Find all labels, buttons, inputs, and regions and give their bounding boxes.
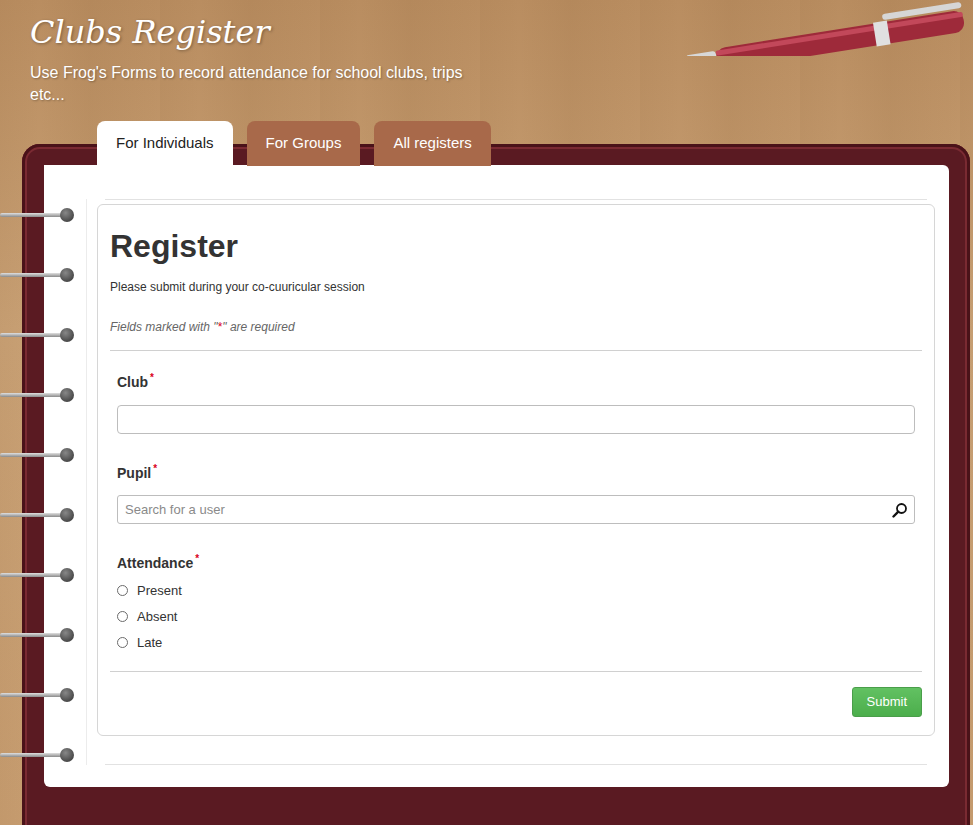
radio-option[interactable]: Late xyxy=(117,634,915,652)
text-input[interactable] xyxy=(117,405,915,434)
radio-button[interactable] xyxy=(117,585,128,596)
ring-icon xyxy=(0,748,76,762)
submit-button[interactable]: Submit xyxy=(852,687,922,717)
ring-icon xyxy=(0,568,76,582)
divider xyxy=(105,199,927,200)
page-subtitle: Use Frog's Forms to record attendance fo… xyxy=(30,62,500,106)
divider xyxy=(110,350,922,351)
radio-group: Present Absent Late xyxy=(117,582,915,652)
page-sheet: Register Please submit during your co-cuu… xyxy=(44,165,949,787)
ring-icon xyxy=(0,448,76,462)
form-field: Attendance* Present Absent Late xyxy=(117,550,915,652)
magnifier-icon[interactable] xyxy=(892,502,908,518)
radio-label: Late xyxy=(137,634,162,652)
divider xyxy=(110,671,922,672)
radio-label: Absent xyxy=(137,608,177,626)
search-placeholder: Search for a user xyxy=(125,502,892,517)
ring-icon xyxy=(0,508,76,522)
ring-icon xyxy=(0,388,76,402)
ring-icon xyxy=(0,328,76,342)
tab[interactable]: All registers xyxy=(374,121,490,166)
divider xyxy=(105,764,927,765)
form-field: Pupil* Search for a user xyxy=(117,460,915,525)
form-actions: Submit xyxy=(110,672,922,717)
radio-option[interactable]: Present xyxy=(117,582,915,600)
tab-bar: For Individuals For Groups All registers xyxy=(97,121,973,166)
page-background: Clubs RegisterUse Frog's Forms to record… xyxy=(0,0,973,825)
form-field: Club* xyxy=(117,369,915,434)
required-note: Fields marked with "*" are required xyxy=(110,319,922,335)
ring-icon xyxy=(0,628,76,642)
ring-icon xyxy=(0,688,76,702)
radio-button[interactable] xyxy=(117,637,128,648)
user-search[interactable]: Search for a user xyxy=(117,495,915,524)
radio-label: Present xyxy=(137,582,182,600)
pen-icon xyxy=(643,0,973,56)
notebook: Register Please submit during your co-cuu… xyxy=(22,144,970,825)
radio-button[interactable] xyxy=(117,611,128,622)
field-label: Pupil* xyxy=(117,460,915,482)
spiral-binding xyxy=(0,208,76,762)
form-title: Register xyxy=(110,227,922,265)
ring-icon xyxy=(0,208,76,222)
radio-option[interactable]: Absent xyxy=(117,608,915,626)
field-list: Club* Pupil* Search for a user Attendance* P… xyxy=(110,351,922,656)
ring-icon xyxy=(0,268,76,282)
content: Register Please submit during your co-cuu… xyxy=(86,199,935,765)
tab[interactable]: For Groups xyxy=(247,121,361,166)
tab[interactable]: For Individuals xyxy=(97,121,233,166)
field-label: Club* xyxy=(117,369,915,391)
field-label: Attendance* xyxy=(117,550,915,572)
form-description: Please submit during your co-cuuricular … xyxy=(110,279,922,295)
register-form: Register Please submit during your co-cuu… xyxy=(97,204,935,736)
